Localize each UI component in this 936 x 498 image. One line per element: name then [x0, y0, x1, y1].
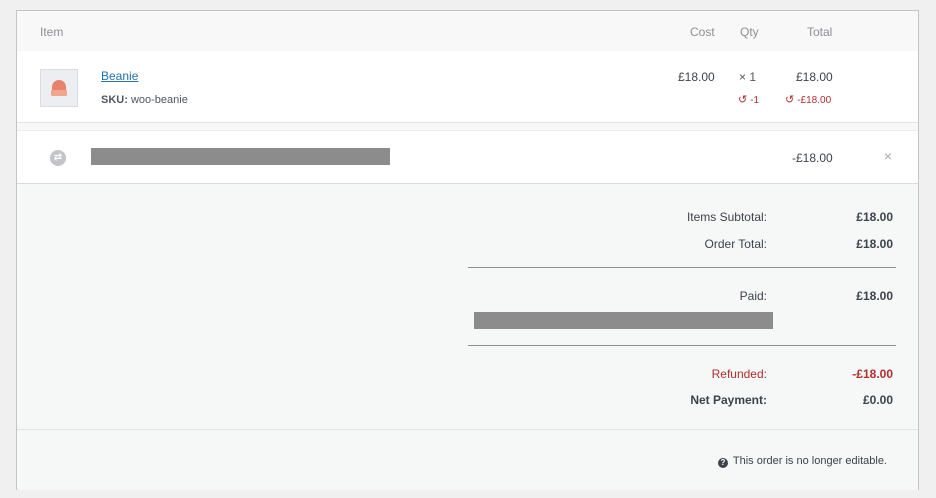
- item-cost: £18.00: [678, 70, 715, 84]
- item-refund-total: ↺ -£18.00: [785, 94, 832, 106]
- product-link[interactable]: Beanie: [101, 69, 138, 83]
- refund-amount: -£18.00: [792, 151, 833, 165]
- header-item: Item: [40, 25, 64, 39]
- order-totals: Items Subtotal: £18.00 Order Total: £18.…: [17, 184, 918, 430]
- help-icon[interactable]: ?: [717, 458, 728, 468]
- items-subtotal-value: £18.00: [856, 210, 893, 224]
- item-qty: × 1: [739, 70, 757, 84]
- product-sku: SKU: woo-beanie: [101, 94, 188, 106]
- item-refund-qty: ↺ -1: [738, 94, 760, 106]
- header-qty: Qty: [740, 25, 759, 39]
- totals-divider: [468, 345, 896, 346]
- paid-label: Paid:: [739, 289, 767, 303]
- beanie-top-shape: [52, 80, 66, 90]
- item-total: £18.00: [796, 70, 833, 84]
- header-cost: Cost: [690, 25, 715, 39]
- paid-value: £18.00: [856, 289, 893, 303]
- sku-label: SKU:: [101, 94, 128, 106]
- refund-icon: ⇄: [50, 150, 66, 166]
- beanie-band-shape: [51, 90, 67, 96]
- notice-text: This order is no longer editable.: [732, 455, 887, 467]
- refunded-value: -£18.00: [852, 367, 893, 381]
- table-row: Beanie SKU: woo-beanie £18.00 × 1 £18.00…: [17, 51, 918, 123]
- redacted-payment-info: [474, 312, 773, 329]
- items-table-header: Item Cost Qty Total: [17, 11, 918, 51]
- order-total-value: £18.00: [856, 237, 893, 251]
- refunded-label: Refunded:: [711, 367, 767, 381]
- header-total: Total: [807, 25, 833, 39]
- refund-line-row: ⇄ -£18.00 ×: [17, 131, 918, 184]
- row-separator: [17, 123, 918, 131]
- net-payment-label: Net Payment:: [690, 393, 767, 407]
- remove-refund-icon[interactable]: ×: [884, 148, 892, 164]
- undo-icon: ↺: [785, 94, 795, 106]
- net-payment-value: £0.00: [862, 393, 893, 407]
- order-items-footer: ? This order is no longer editable.: [17, 430, 918, 490]
- order-total-label: Order Total:: [704, 237, 767, 251]
- not-editable-notice: ? This order is no longer editable.: [717, 455, 887, 468]
- redacted-refund-description: [91, 148, 390, 165]
- sku-value: woo-beanie: [130, 94, 188, 106]
- totals-divider: [468, 267, 896, 268]
- beanie-thumbnail-icon[interactable]: [40, 69, 78, 107]
- order-items-panel: Item Cost Qty Total Beanie SKU: woo-bean…: [16, 10, 919, 490]
- undo-icon: ↺: [738, 94, 748, 106]
- items-subtotal-label: Items Subtotal:: [686, 210, 767, 224]
